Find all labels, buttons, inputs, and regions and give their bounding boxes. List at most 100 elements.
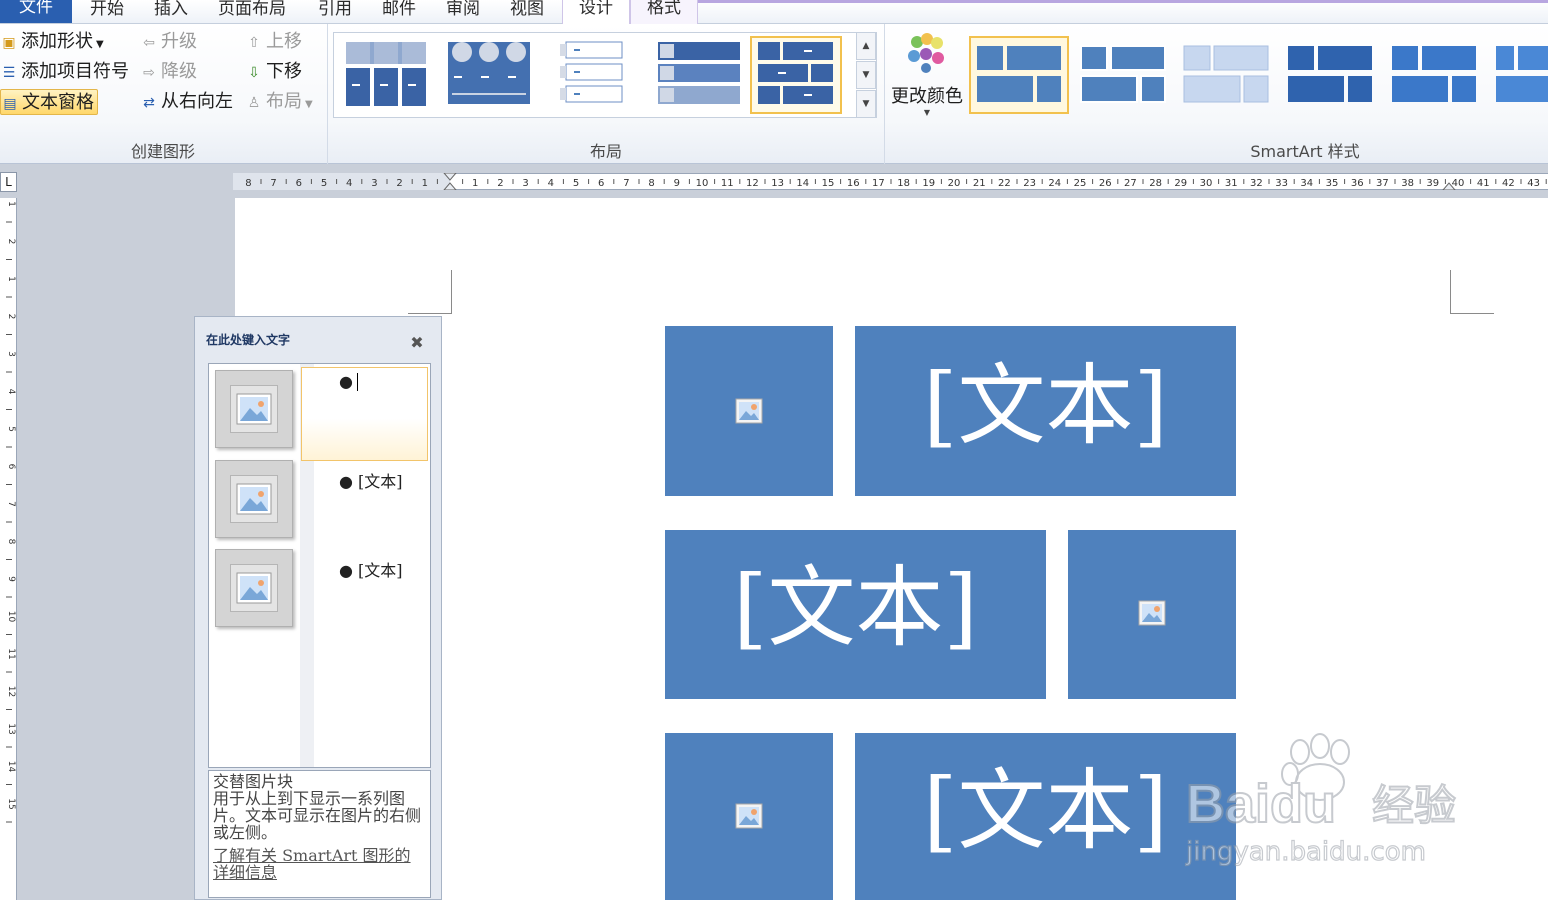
ruler-number: 10 bbox=[696, 178, 709, 189]
tab-insert[interactable]: 插入 bbox=[154, 0, 188, 24]
move-up-button[interactable]: ⇧ 上移 bbox=[245, 29, 302, 55]
ruler-number: 5 bbox=[321, 178, 327, 189]
move-down-button[interactable]: ⇩ 下移 bbox=[245, 59, 302, 85]
ruler-number: 30 bbox=[1200, 178, 1213, 189]
ruler-ticks: 8 7 6 5 4 3 2 1 1 2 3 4 5 6 7 8 9 10 11 12 13 14 15 16 17 18 19 20 2… bbox=[245, 173, 1547, 190]
tab-selector[interactable]: L bbox=[0, 172, 17, 192]
ruler-number: 2 bbox=[497, 178, 503, 189]
ruler-number: 39 bbox=[1426, 178, 1439, 189]
tab-page-layout[interactable]: 页面布局 bbox=[218, 0, 286, 24]
tab-design[interactable]: 设计 bbox=[562, 0, 630, 24]
add-shape-icon: ▣ bbox=[2, 35, 16, 51]
ruler-number: 6 bbox=[6, 464, 16, 470]
demote-button[interactable]: ⇨ 降级 bbox=[140, 59, 197, 85]
smartart-style-5[interactable] bbox=[1386, 36, 1486, 114]
smartart-style-4[interactable] bbox=[1282, 36, 1382, 114]
layout-thumb-1[interactable] bbox=[340, 36, 432, 114]
bullet-item-2[interactable]: ● [文本] bbox=[339, 468, 403, 492]
picture-thumbnail[interactable] bbox=[215, 370, 293, 448]
ruler-number: 21 bbox=[973, 178, 986, 189]
smartart-style-1[interactable] bbox=[969, 36, 1069, 114]
chevron-down-icon: ▼ bbox=[923, 108, 931, 117]
ruler-number: 38 bbox=[1401, 178, 1414, 189]
tab-review[interactable]: 审阅 bbox=[446, 0, 480, 24]
ruler-number: 37 bbox=[1376, 178, 1389, 189]
promote-button[interactable]: ⇦ 升级 bbox=[140, 29, 197, 55]
text-pane-icon: ▤ bbox=[3, 96, 17, 112]
tab-home[interactable]: 开始 bbox=[90, 0, 124, 24]
ruler-number: 7 bbox=[6, 501, 16, 507]
ruler-number: 41 bbox=[1477, 178, 1490, 189]
change-colors-button[interactable]: 更改颜色 ▼ bbox=[888, 30, 966, 124]
layout-description-title: 交替图片块 bbox=[213, 772, 294, 791]
picture-placeholder[interactable] bbox=[1068, 530, 1236, 699]
ruler-number: 5 bbox=[6, 426, 16, 432]
bullet-item-3[interactable]: ● [文本] bbox=[339, 557, 403, 581]
text-pane-editor[interactable]: ● ● [文本] ● [文本] bbox=[208, 363, 431, 768]
ruler-number: 19 bbox=[922, 178, 935, 189]
layout-button[interactable]: ♙ 布局 ▼ bbox=[245, 89, 313, 115]
text-pane-button[interactable]: ▤ 文本窗格 bbox=[0, 89, 98, 115]
layout-thumb-3[interactable] bbox=[554, 36, 646, 114]
learn-more-link[interactable]: 了解有关 SmartArt 图形的详细信息 bbox=[213, 847, 426, 881]
baidu-watermark: Baidu 经验 jingyan.baidu.com bbox=[1184, 733, 1457, 868]
text-entry-active[interactable] bbox=[301, 367, 428, 461]
smartart-style-6[interactable] bbox=[1490, 36, 1548, 114]
text-block[interactable]: [文本] bbox=[855, 733, 1236, 900]
picture-placeholder[interactable] bbox=[665, 326, 833, 496]
indent-marker[interactable] bbox=[443, 173, 457, 190]
color-palette-icon bbox=[908, 33, 944, 73]
ruler-number: 32 bbox=[1250, 178, 1263, 189]
smartart-style-2[interactable] bbox=[1075, 36, 1175, 114]
text-block[interactable]: [文本] bbox=[665, 530, 1046, 699]
change-colors-label: 更改颜色 bbox=[891, 86, 963, 107]
tab-file[interactable]: 文件 bbox=[0, 0, 72, 23]
close-icon[interactable]: ✖ bbox=[407, 334, 427, 352]
tab-view[interactable]: 视图 bbox=[510, 0, 544, 24]
right-to-left-button[interactable]: ⇄ 从右向左 bbox=[140, 89, 233, 115]
bullet-item-1[interactable]: ● bbox=[339, 372, 353, 391]
layout-label: 布局 bbox=[266, 91, 302, 112]
picture-thumbnail[interactable] bbox=[215, 460, 293, 538]
tab-format[interactable]: 格式 bbox=[630, 0, 698, 24]
layout-thumb-alternating-picture-blocks[interactable] bbox=[750, 36, 842, 114]
ruler-number: 35 bbox=[1326, 178, 1339, 189]
text-block-label: [文本] bbox=[923, 759, 1168, 862]
gallery-scroll-up[interactable]: ▲ bbox=[856, 32, 876, 60]
picture-placeholder[interactable] bbox=[665, 733, 833, 900]
add-shape-button[interactable]: ▣ 添加形状 ▼ bbox=[0, 29, 103, 55]
ruler-number: 2 bbox=[6, 239, 16, 245]
ruler-number: 10 bbox=[6, 611, 16, 623]
tab-references[interactable]: 引用 bbox=[318, 0, 352, 24]
crop-mark-right bbox=[1450, 270, 1494, 314]
gallery-scroll-down[interactable]: ▼ bbox=[856, 61, 876, 89]
add-bullet-button[interactable]: ☰ 添加项目符号 bbox=[0, 59, 129, 85]
ruler-number: 9 bbox=[6, 576, 16, 582]
text-pane-label: 文本窗格 bbox=[22, 92, 94, 113]
layout-thumb-4[interactable] bbox=[652, 36, 744, 114]
smartart-style-3[interactable] bbox=[1178, 36, 1278, 114]
text-block[interactable]: [文本] bbox=[855, 326, 1236, 496]
tab-mailings[interactable]: 邮件 bbox=[382, 0, 416, 24]
layout-thumb-2[interactable] bbox=[440, 36, 532, 114]
contextual-tab-stripe bbox=[698, 0, 1548, 3]
ruler-number: 6 bbox=[296, 178, 302, 189]
gallery-more[interactable]: ▼ bbox=[856, 90, 876, 118]
ruler-number: 5 bbox=[573, 178, 579, 189]
text-block-label: [文本] bbox=[733, 556, 978, 659]
ruler-number: 16 bbox=[847, 178, 860, 189]
ruler-number: 1 bbox=[6, 201, 16, 207]
layout-description-text: 用于从上到下显示一系列图片。文本可显示在图片的右侧或左侧。 bbox=[213, 789, 422, 842]
watermark-brand: Baidu bbox=[1186, 774, 1336, 834]
ruler-number: 7 bbox=[270, 178, 276, 189]
ruler-number: 9 bbox=[674, 178, 680, 189]
bullet-item-text: [文本] bbox=[358, 561, 403, 580]
ruler-number: 8 bbox=[6, 539, 16, 545]
demote-label: 降级 bbox=[161, 61, 197, 82]
crop-mark-left bbox=[408, 270, 452, 314]
ruler-number: 14 bbox=[796, 178, 809, 189]
ribbon-tab-bar: 文件 开始 插入 页面布局 引用 邮件 审阅 视图 设计 格式 bbox=[0, 0, 1548, 24]
picture-thumbnail[interactable] bbox=[215, 549, 293, 627]
ruler-number: 4 bbox=[548, 178, 554, 189]
ruler-number: 6 bbox=[598, 178, 604, 189]
